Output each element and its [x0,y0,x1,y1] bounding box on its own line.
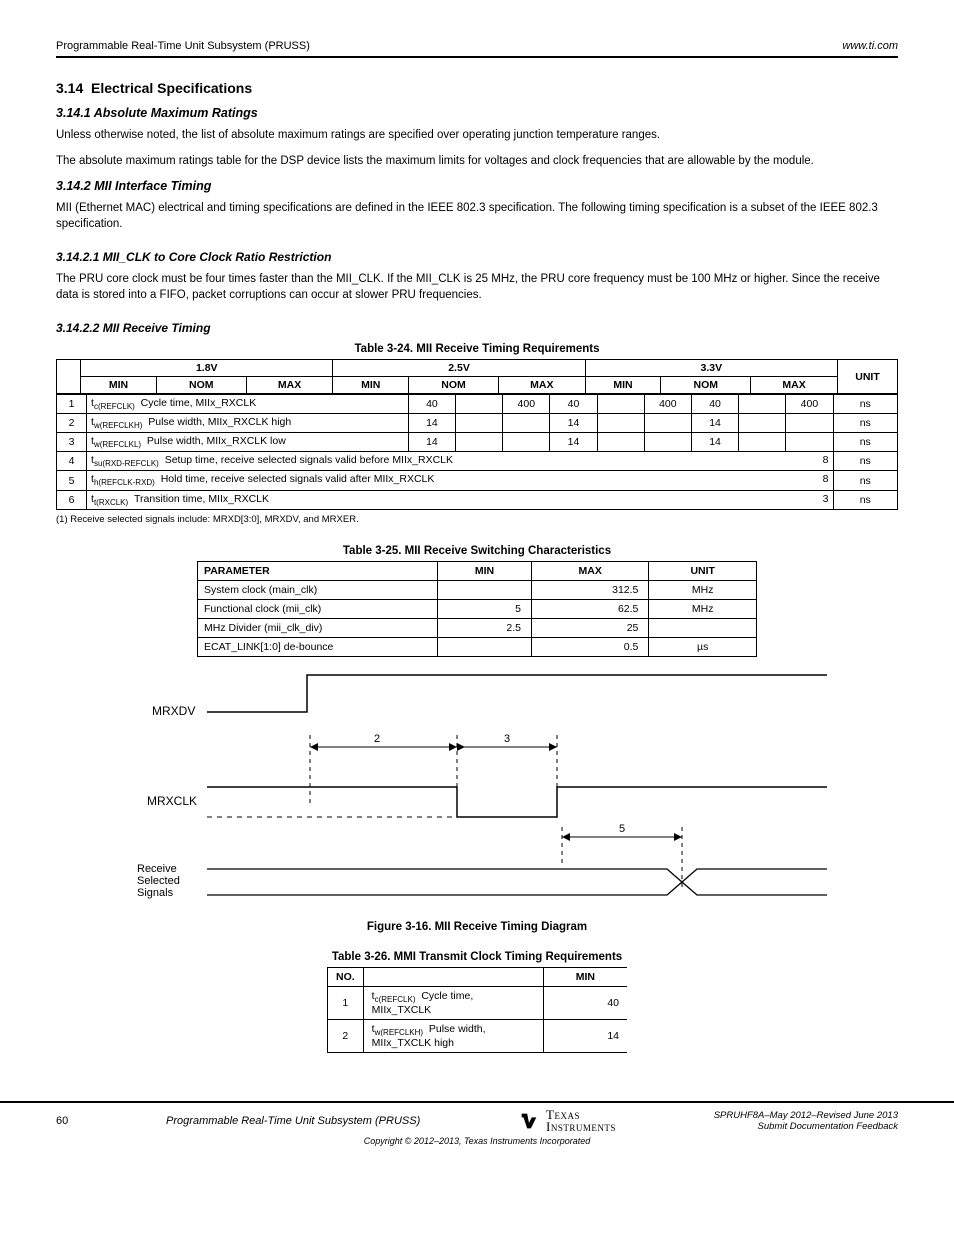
table-24: 1.8V 2.5V 3.3V UNIT MINNOMMAX MINNOMMAX … [56,359,898,394]
footer-doc: Programmable Real-Time Unit Subsystem (P… [166,1115,420,1127]
table-row: PARAMETERMINMAXUNIT [198,561,757,580]
subsub-title: 3.14.2.1 MII_CLK to Core Clock Ratio Res… [56,250,898,264]
table-row: ECAT_LINK[1:0] de-bounce0.5µs [198,637,757,656]
table-26: NO. MIN 1tc(REFCLK) Cycle time, MIIx_TXC… [327,967,627,1053]
table-row: 3tw(REFCLKL) Pulse width, MIIx_RXCLK low… [57,433,898,452]
sec-title: Electrical Specifications [91,80,252,96]
copyright: Copyright © 2012–2013, Texas Instruments… [0,1136,954,1146]
timing-diagram: MRXDV 2 3 MRXCLK 5 ReceiveSele [127,657,827,917]
table-row: 1.8V 2.5V 3.3V UNIT [57,360,898,377]
figure-caption: Figure 3-16. MII Receive Timing Diagram [56,921,898,933]
footer-feedback[interactable]: Submit Documentation Feedback [758,1121,898,1132]
para: MII (Ethernet MAC) electrical and timing… [56,201,898,232]
table-row: NO. MIN [328,967,628,986]
para: The PRU core clock must be four times fa… [56,272,898,303]
ti-logo: TexasInstruments [518,1109,616,1134]
divider [56,56,898,58]
page-number: 60 [56,1115,68,1127]
dim-2: 2 [374,733,380,745]
table-title: Table 3-24. MII Receive Timing Requireme… [56,343,898,355]
table-row: MINNOMMAX MINNOMMAX MINNOMMAX [57,377,898,394]
table-title: Table 3-25. MII Receive Switching Charac… [56,545,898,557]
label-mrxdv: MRXDV [152,704,195,718]
table-row: MHz Divider (mii_clk_div)2.525 [198,618,757,637]
table-row: 2tw(REFCLKH) Pulse width, MIIx_RXCLK hig… [57,414,898,433]
table-note: (1) Receive selected signals include: MR… [56,514,898,525]
table-row: 4tsu(RXD-REFCLK) Setup time, receive sel… [57,452,898,471]
subsec-title: 3.14.1 Absolute Maximum Ratings [56,106,898,120]
para: The absolute maximum ratings table for t… [56,154,898,170]
table-row: 2tw(REFCLKH) Pulse width, MIIx_TXCLK hig… [328,1019,628,1052]
sec-num: 3.14 [56,80,83,96]
dim-5: 5 [619,823,625,835]
header-left: Programmable Real-Time Unit Subsystem (P… [56,40,310,52]
label-mrxclk: MRXCLK [147,794,197,808]
table-row: 5th(REFCLK-RXD) Hold time, receive selec… [57,471,898,490]
table-row: 6tt(RXCLK) Transition time, MIIx_RXCLK3n… [57,490,898,509]
table-25: PARAMETERMINMAXUNIT System clock (main_c… [197,561,757,657]
table-title: Table 3-26. MMI Transmit Clock Timing Re… [56,951,898,963]
table-row: 1tc(REFCLK) Cycle time, MIIx_RXCLK404004… [57,395,898,414]
table-24-body: 1tc(REFCLK) Cycle time, MIIx_RXCLK404004… [56,394,898,510]
dim-3: 3 [504,733,510,745]
table-row: 1tc(REFCLK) Cycle time, MIIx_TXCLK40 [328,986,628,1019]
subsub-title: 3.14.2.2 MII Receive Timing [56,321,898,335]
footer-rev: SPRUHF8A–May 2012–Revised June 2013 [714,1110,898,1121]
header-right: www.ti.com [842,40,898,52]
subsec-title: 3.14.2 MII Interface Timing [56,179,898,193]
table-row: Functional clock (mii_clk)562.5MHz [198,599,757,618]
para: Unless otherwise noted, the list of abso… [56,128,898,144]
label-sel: ReceiveSelectedSignals [137,863,180,899]
table-row: System clock (main_clk)312.5MHz [198,580,757,599]
